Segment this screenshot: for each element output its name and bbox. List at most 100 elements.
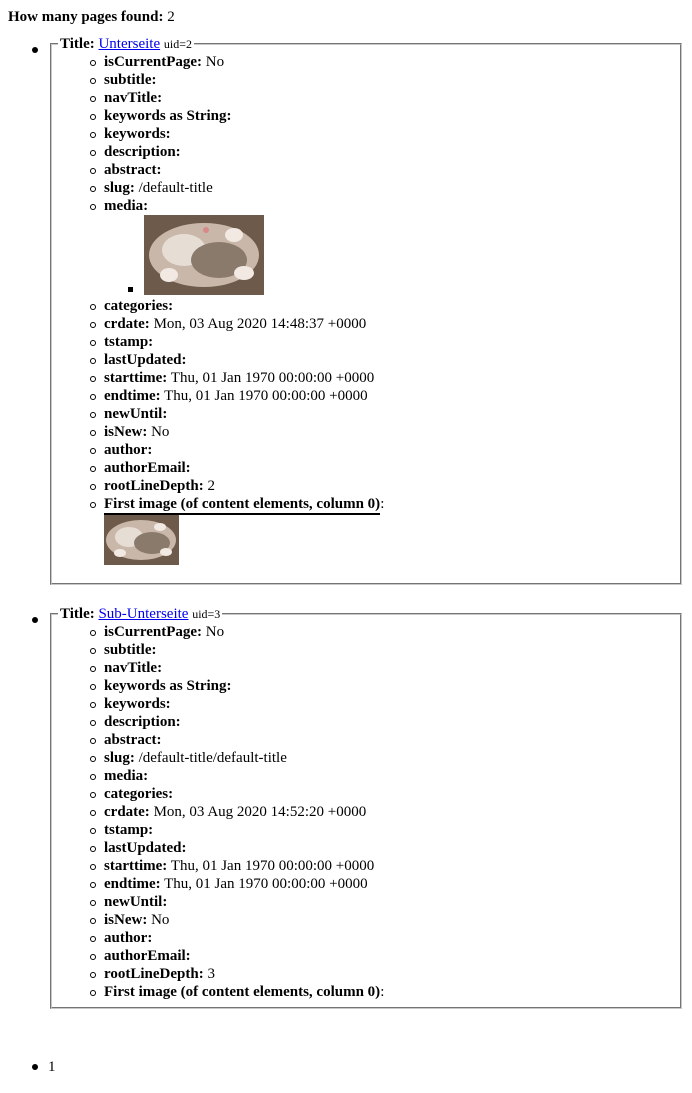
prop-label: keywords as String:	[104, 108, 232, 124]
kitten-thumbnail-image	[104, 515, 179, 565]
prop-first-image: First image (of content elements, column…	[90, 495, 680, 565]
page-properties: isCurrentPage: No subtitle: navTitle: ke…	[52, 623, 680, 1001]
prop-label: slug:	[104, 180, 135, 196]
prop-value: No	[205, 54, 225, 70]
prop-label: crdate:	[104, 316, 150, 332]
prop-keywords-string: keywords as String:	[90, 107, 680, 125]
prop-value: 3	[207, 966, 215, 982]
page-title-link[interactable]: Sub-Unterseite	[98, 606, 188, 622]
prop-value: Thu, 01 Jan 1970 00:00:00 +0000	[164, 388, 368, 404]
prop-label: starttime:	[104, 370, 168, 386]
prop-endtime: endtime: Thu, 01 Jan 1970 00:00:00 +0000	[90, 875, 680, 893]
prop-label: isNew:	[104, 424, 148, 440]
media-list	[104, 215, 680, 297]
prop-description: description:	[90, 143, 680, 161]
prop-label: media:	[104, 198, 149, 214]
prop-label: abstract:	[104, 732, 162, 748]
prop-label: isNew:	[104, 912, 148, 928]
prop-iscurrentpage: isCurrentPage: No	[90, 53, 680, 71]
prop-newuntil: newUntil:	[90, 893, 680, 911]
prop-rootlinedepth: rootLineDepth: 2	[90, 477, 680, 495]
prop-navtitle: navTitle:	[90, 659, 680, 677]
prop-label: newUntil:	[104, 894, 168, 910]
prop-label: endtime:	[104, 388, 161, 404]
prop-slug: slug: /default-title/default-title	[90, 749, 680, 767]
pagination-item: 1	[0, 1058, 56, 1076]
prop-colon: :	[380, 496, 385, 512]
prop-label: rootLineDepth:	[104, 478, 204, 494]
prop-isnew: isNew: No	[90, 911, 680, 929]
prop-label: First image (of content elements, column…	[104, 984, 381, 1000]
first-image-heading: First image (of content elements, column…	[104, 495, 381, 515]
prop-label: authorEmail:	[104, 460, 191, 476]
page-list: Title: Unterseite uid=2 isCurrentPage: N…	[0, 35, 692, 1035]
pages-found-summary: How many pages found: 2	[8, 8, 175, 26]
title-label: Title:	[60, 606, 95, 622]
prop-navtitle: navTitle:	[90, 89, 680, 107]
prop-slug: slug: /default-title	[90, 179, 680, 197]
prop-label: endtime:	[104, 876, 161, 892]
prop-colon: :	[380, 984, 385, 1000]
prop-label: isCurrentPage:	[104, 54, 203, 70]
prop-label: slug:	[104, 750, 135, 766]
prop-authoremail: authorEmail:	[90, 459, 680, 477]
prop-value: Mon, 03 Aug 2020 14:52:20 +0000	[153, 804, 367, 820]
prop-label: rootLineDepth:	[104, 966, 204, 982]
prop-label: categories:	[104, 298, 174, 314]
prop-value: No	[205, 624, 225, 640]
prop-value: /default-title	[138, 180, 213, 196]
prop-value: Thu, 01 Jan 1970 00:00:00 +0000	[170, 858, 375, 874]
page-properties: isCurrentPage: No subtitle: navTitle: ke…	[52, 53, 680, 565]
prop-lastupdated: lastUpdated:	[90, 351, 680, 369]
prop-crdate: crdate: Mon, 03 Aug 2020 14:52:20 +0000	[90, 803, 680, 821]
page-title-link[interactable]: Unterseite	[98, 36, 160, 52]
prop-rootlinedepth: rootLineDepth: 3	[90, 965, 680, 983]
prop-value: Thu, 01 Jan 1970 00:00:00 +0000	[170, 370, 375, 386]
page-legend: Title: Unterseite uid=2	[58, 35, 194, 53]
prop-label: keywords:	[104, 126, 171, 142]
prop-keywords: keywords:	[90, 695, 680, 713]
uid-label: uid=3	[192, 607, 221, 621]
prop-label: media:	[104, 768, 149, 784]
prop-label: navTitle:	[104, 90, 163, 106]
prop-starttime: starttime: Thu, 01 Jan 1970 00:00:00 +00…	[90, 369, 680, 387]
prop-value: Mon, 03 Aug 2020 14:48:37 +0000	[153, 316, 367, 332]
prop-author: author:	[90, 441, 680, 459]
kitten-photo	[144, 215, 264, 295]
prop-authoremail: authorEmail:	[90, 947, 680, 965]
prop-value: Thu, 01 Jan 1970 00:00:00 +0000	[164, 876, 368, 892]
prop-label: author:	[104, 930, 153, 946]
prop-iscurrentpage: isCurrentPage: No	[90, 623, 680, 641]
kitten-image	[144, 215, 264, 295]
page-fieldset: Title: Sub-Unterseite uid=3 isCurrentPag…	[50, 605, 682, 1009]
first-image-photo	[104, 515, 179, 565]
prop-label: description:	[104, 714, 181, 730]
prop-value: No	[151, 912, 170, 928]
prop-subtitle: subtitle:	[90, 641, 680, 659]
prop-subtitle: subtitle:	[90, 71, 680, 89]
prop-crdate: crdate: Mon, 03 Aug 2020 14:48:37 +0000	[90, 315, 680, 333]
prop-starttime: starttime: Thu, 01 Jan 1970 00:00:00 +00…	[90, 857, 680, 875]
prop-abstract: abstract:	[90, 731, 680, 749]
prop-media: media:	[90, 197, 680, 297]
prop-keywords-string: keywords as String:	[90, 677, 680, 695]
prop-author: author:	[90, 929, 680, 947]
prop-label: keywords:	[104, 696, 171, 712]
prop-label: abstract:	[104, 162, 162, 178]
prop-description: description:	[90, 713, 680, 731]
uid-label: uid=2	[163, 37, 192, 51]
prop-label: starttime:	[104, 858, 168, 874]
prop-value: No	[151, 424, 170, 440]
prop-label: author:	[104, 442, 153, 458]
prop-categories: categories:	[90, 297, 680, 315]
prop-categories: categories:	[90, 785, 680, 803]
prop-value: /default-title/default-title	[138, 750, 287, 766]
pages-found-label: How many pages found:	[8, 9, 164, 25]
prop-label: subtitle:	[104, 72, 157, 88]
prop-label: isCurrentPage:	[104, 624, 203, 640]
prop-label: tstamp:	[104, 822, 154, 838]
prop-label: crdate:	[104, 804, 150, 820]
prop-label: subtitle:	[104, 642, 157, 658]
prop-label: navTitle:	[104, 660, 163, 676]
prop-lastupdated: lastUpdated:	[90, 839, 680, 857]
